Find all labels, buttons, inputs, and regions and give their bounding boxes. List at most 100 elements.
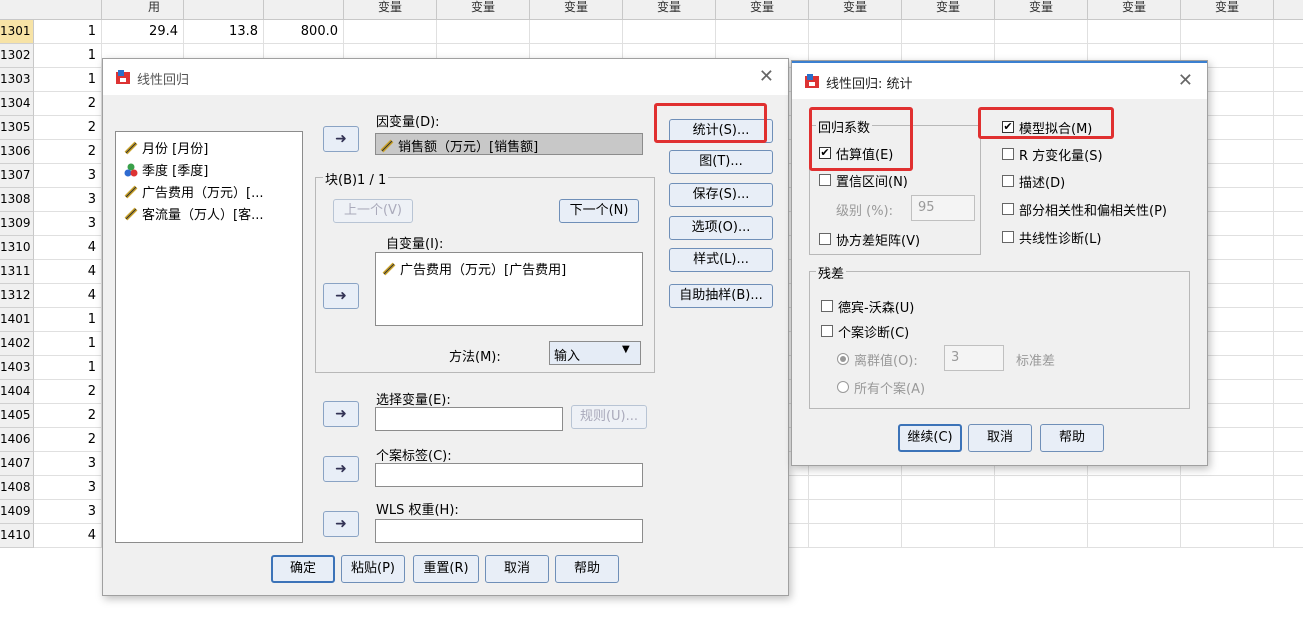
- table-cell[interactable]: [623, 20, 716, 44]
- table-cell[interactable]: [1274, 404, 1303, 428]
- reset-button[interactable]: 重置(R): [413, 555, 479, 583]
- continue-button[interactable]: 继续(C): [898, 424, 962, 452]
- table-cell[interactable]: 4: [34, 524, 102, 548]
- column-header[interactable]: 变量: [809, 0, 902, 20]
- move-to-dependent-button[interactable]: ➜: [323, 126, 359, 152]
- row-header[interactable]: 1310: [0, 236, 34, 260]
- table-cell[interactable]: [1088, 524, 1181, 548]
- move-to-wls-button[interactable]: ➜: [323, 511, 359, 537]
- ok-button[interactable]: 确定: [271, 555, 335, 583]
- column-header[interactable]: 用: [102, 0, 184, 20]
- outliers-field[interactable]: 3: [944, 345, 1004, 371]
- table-cell[interactable]: [809, 476, 902, 500]
- column-header[interactable]: 变量: [1181, 0, 1274, 20]
- table-cell[interactable]: [1181, 500, 1274, 524]
- table-cell[interactable]: 2: [34, 92, 102, 116]
- column-header[interactable]: 变量: [716, 0, 809, 20]
- row-header[interactable]: 1404: [0, 380, 34, 404]
- covariance-matrix-checkbox[interactable]: [819, 233, 831, 245]
- table-cell[interactable]: 2: [34, 140, 102, 164]
- column-header[interactable]: 变量: [437, 0, 530, 20]
- close-icon[interactable]: ✕: [1178, 70, 1193, 91]
- part-partial-checkbox[interactable]: [1002, 203, 1014, 215]
- table-cell[interactable]: [1274, 260, 1303, 284]
- column-header[interactable]: [184, 0, 264, 20]
- column-header[interactable]: 变量: [344, 0, 437, 20]
- selection-field[interactable]: [375, 407, 563, 431]
- table-cell[interactable]: [1274, 476, 1303, 500]
- rule-button[interactable]: 规则(U)...: [571, 405, 647, 429]
- table-cell[interactable]: [1274, 428, 1303, 452]
- row-header[interactable]: 1406: [0, 428, 34, 452]
- table-cell[interactable]: [995, 524, 1088, 548]
- method-select[interactable]: 输入 ▼: [549, 341, 641, 365]
- table-cell[interactable]: 3: [34, 188, 102, 212]
- table-cell[interactable]: [1274, 500, 1303, 524]
- table-cell[interactable]: [1274, 212, 1303, 236]
- table-cell[interactable]: [902, 476, 995, 500]
- row-header[interactable]: 1303: [0, 68, 34, 92]
- independent-list[interactable]: 广告费用（万元）[广告费用]: [375, 252, 643, 326]
- table-cell[interactable]: 1: [34, 68, 102, 92]
- save-button[interactable]: 保存(S)...: [669, 183, 773, 207]
- table-cell[interactable]: [1274, 452, 1303, 476]
- row-header[interactable]: 1409: [0, 500, 34, 524]
- table-cell[interactable]: [1181, 476, 1274, 500]
- all-cases-radio[interactable]: [837, 381, 849, 393]
- outliers-radio[interactable]: [837, 353, 849, 365]
- table-cell[interactable]: [1274, 188, 1303, 212]
- table-cell[interactable]: [1274, 68, 1303, 92]
- table-cell[interactable]: [1274, 92, 1303, 116]
- table-cell[interactable]: [809, 500, 902, 524]
- bootstrap-button[interactable]: 自助抽样(B)...: [669, 284, 773, 308]
- row-header[interactable]: 1304: [0, 92, 34, 116]
- table-cell[interactable]: 1: [34, 44, 102, 68]
- column-header[interactable]: 变量: [995, 0, 1088, 20]
- table-cell[interactable]: [809, 20, 902, 44]
- table-cell[interactable]: 800.0: [264, 20, 344, 44]
- table-cell[interactable]: [1274, 380, 1303, 404]
- table-cell[interactable]: [1088, 500, 1181, 524]
- help-button[interactable]: 帮助: [555, 555, 619, 583]
- confidence-interval-checkbox[interactable]: [819, 174, 831, 186]
- row-header[interactable]: 1407: [0, 452, 34, 476]
- variable-list[interactable]: 月份 [月份] 季度 [季度] 广告费用（万元）[... 客流量（万人）[客..…: [115, 131, 303, 543]
- column-header[interactable]: [264, 0, 344, 20]
- table-cell[interactable]: 29.4: [102, 20, 184, 44]
- cancel-button[interactable]: 取消: [968, 424, 1032, 452]
- table-cell[interactable]: 13.8: [184, 20, 264, 44]
- row-header[interactable]: 1308: [0, 188, 34, 212]
- row-header[interactable]: 1401: [0, 308, 34, 332]
- column-header[interactable]: 变量: [1088, 0, 1181, 20]
- table-cell[interactable]: 3: [34, 500, 102, 524]
- table-cell[interactable]: [902, 20, 995, 44]
- table-cell[interactable]: [1274, 284, 1303, 308]
- row-header[interactable]: 1403: [0, 356, 34, 380]
- table-cell[interactable]: [1274, 524, 1303, 548]
- move-to-case-label-button[interactable]: ➜: [323, 456, 359, 482]
- table-cell[interactable]: [1181, 524, 1274, 548]
- table-cell[interactable]: 3: [34, 164, 102, 188]
- table-cell[interactable]: [1274, 332, 1303, 356]
- table-cell[interactable]: 1: [34, 308, 102, 332]
- move-to-selection-button[interactable]: ➜: [323, 401, 359, 427]
- table-cell[interactable]: 4: [34, 236, 102, 260]
- row-header[interactable]: 1405: [0, 404, 34, 428]
- row-header[interactable]: 1309: [0, 212, 34, 236]
- column-header[interactable]: 变量: [530, 0, 623, 20]
- dependent-field[interactable]: 销售额（万元）[销售额]: [375, 133, 643, 155]
- row-header[interactable]: 1307: [0, 164, 34, 188]
- list-item[interactable]: 广告费用（万元）[广告费用]: [382, 259, 566, 278]
- plots-button[interactable]: 图(T)...: [669, 150, 773, 174]
- table-cell[interactable]: 2: [34, 428, 102, 452]
- column-header[interactable]: 变量: [1274, 0, 1303, 20]
- row-header[interactable]: 1402: [0, 332, 34, 356]
- table-cell[interactable]: 1: [34, 20, 102, 44]
- previous-block-button[interactable]: 上一个(V): [333, 199, 413, 223]
- table-cell[interactable]: [809, 524, 902, 548]
- table-cell[interactable]: [1274, 116, 1303, 140]
- r2-change-checkbox[interactable]: [1002, 148, 1014, 160]
- row-header[interactable]: 1312: [0, 284, 34, 308]
- table-cell[interactable]: [716, 20, 809, 44]
- close-icon[interactable]: ✕: [759, 66, 774, 87]
